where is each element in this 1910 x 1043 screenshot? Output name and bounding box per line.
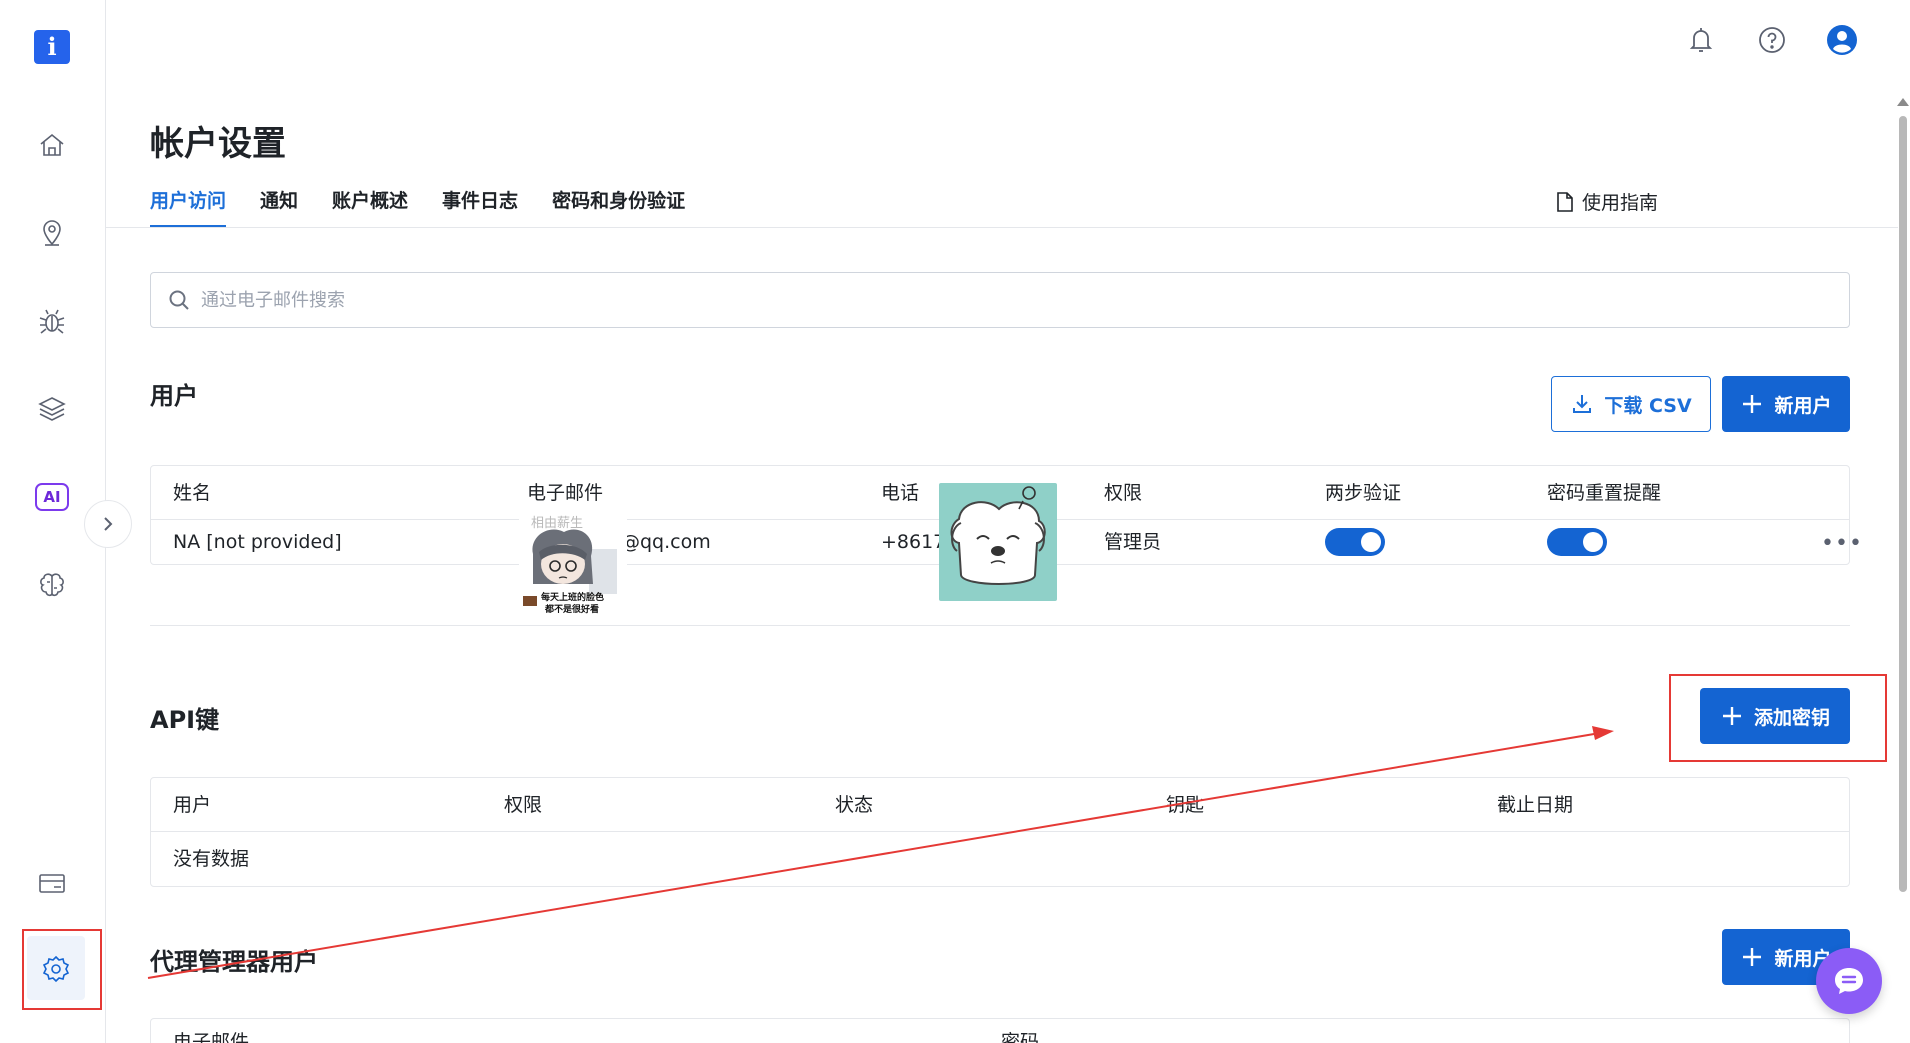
chat-support-button[interactable] [1816,948,1882,1014]
page-title: 帐户设置 [150,124,286,164]
plus-icon [1743,948,1762,966]
users-section-title: 用户 [150,382,198,410]
document-icon [1557,191,1573,212]
two-factor-toggle[interactable] [1325,528,1385,556]
user-name-cell: NA [not provided] [173,531,342,553]
column-header-name: 姓名 [173,482,212,504]
settings-tabs: 用户访问 通知 账户概述 事件日志 密码和身份验证 [150,186,685,228]
chevron-right-icon [104,517,113,531]
search-icon [169,290,189,310]
column-header-email: 电子邮件 [173,1031,250,1043]
proxy-users-section-title: 代理管理器用户 [150,948,318,976]
sidebar-expand-button[interactable] [84,500,132,548]
column-header-password-reset: 密码重置提醒 [1547,482,1662,504]
sticker-caption-bottom-2: 都不是很好看 [545,605,600,615]
table-row: 没有数据 [151,832,1849,886]
tab-account-overview[interactable]: 账户概述 [332,186,408,228]
app-root: i AI 帐户设置 用户访问 通知 账户概述 事件日志 密码和身份验证 使用指南… [0,0,1910,1043]
sticker-caption-top: 相由薪生 [531,516,584,531]
column-header-user: 用户 [173,794,212,816]
help-question-icon[interactable] [1752,20,1792,60]
plus-icon [1743,395,1762,413]
annotation-highlight-add-key [1669,674,1887,762]
tab-password-auth[interactable]: 密码和身份验证 [552,186,685,228]
column-header-two-factor: 两步验证 [1325,482,1402,504]
bug-icon[interactable] [33,302,71,340]
column-header-role: 权限 [1104,482,1143,504]
api-keys-section-title: API键 [150,706,220,734]
tabs-divider [106,227,1898,228]
section-divider [150,625,1850,626]
notifications-bell-icon[interactable] [1681,20,1721,60]
api-keys-table: 用户 权限 状态 钥匙 截止日期 没有数据 [150,777,1850,887]
user-phone-cell: +8617 [881,531,946,553]
billing-card-icon[interactable] [33,864,71,902]
tab-event-log[interactable]: 事件日志 [442,186,518,228]
scroll-up-arrow-icon[interactable] [1897,98,1909,106]
app-logo[interactable]: i [34,30,70,64]
column-header-key: 钥匙 [1166,794,1205,816]
download-csv-label: 下载 CSV [1604,394,1692,417]
location-pin-icon[interactable] [33,214,71,252]
download-csv-button[interactable]: 下载 CSV [1551,376,1711,432]
column-header-expiry: 截止日期 [1497,794,1574,816]
annotation-highlight-settings [22,929,102,1010]
row-more-actions-icon[interactable]: ••• [1821,520,1863,568]
column-header-phone: 电话 [881,482,920,504]
scrollbar-thumb[interactable] [1899,116,1907,892]
home-icon[interactable] [33,126,71,164]
email-search-box [150,272,1850,328]
usage-guide-label: 使用指南 [1582,192,1659,214]
tab-notifications[interactable]: 通知 [260,186,298,228]
proxy-users-table: 电子邮件 密码 [150,1018,1850,1043]
api-keys-table-header: 用户 权限 状态 钥匙 截止日期 [151,778,1849,832]
tab-user-access[interactable]: 用户访问 [150,186,227,228]
ai-icon[interactable]: AI [33,478,71,516]
column-header-status: 状态 [835,794,874,816]
column-header-password: 密码 [1001,1031,1040,1043]
api-keys-empty-state: 没有数据 [173,848,250,870]
user-role-cell: 管理员 [1104,531,1162,553]
new-user-button[interactable]: 新用户 [1722,376,1850,432]
chat-bubble-icon [1835,968,1863,994]
meme-sticker-girl: 相由薪生 每天上班的脸色 都不是很好看 [519,514,627,620]
column-header-email: 电子邮件 [527,482,604,504]
proxy-users-table-header: 电子邮件 密码 [151,1019,1849,1043]
brain-icon[interactable] [33,566,71,604]
user-email-cell: @qq.com [621,531,711,553]
meme-sticker-dog [939,483,1057,601]
column-header-permission: 权限 [504,794,543,816]
password-reset-toggle[interactable] [1547,528,1607,556]
download-icon [1573,395,1592,413]
user-avatar-icon[interactable] [1822,20,1862,60]
ai-badge-label: AI [35,483,69,511]
usage-guide-link[interactable]: 使用指南 [1556,188,1658,215]
layers-icon[interactable] [33,390,71,428]
email-search-input[interactable] [201,289,1801,311]
new-user-label: 新用户 [1774,394,1832,417]
